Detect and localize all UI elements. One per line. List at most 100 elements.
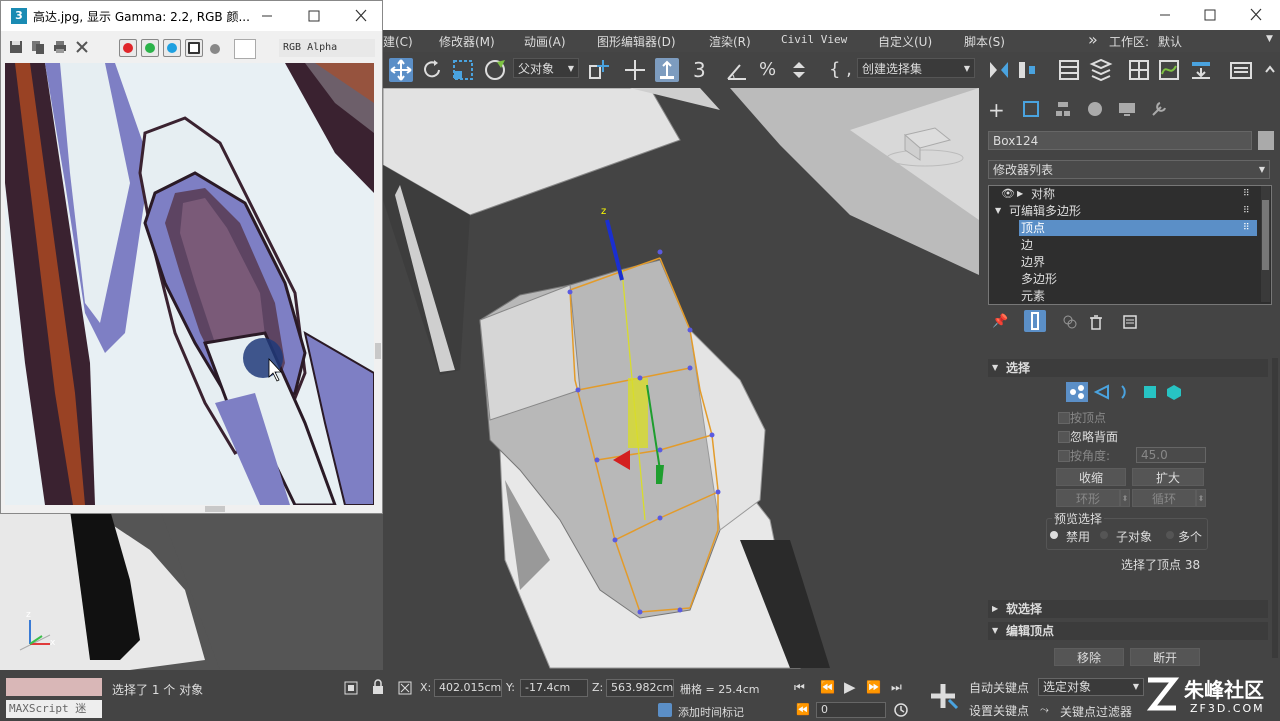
loop-spinner-icon[interactable]: ⬍ [1196, 489, 1206, 507]
modify-tab-icon[interactable] [1022, 100, 1040, 121]
align-icon[interactable] [1015, 58, 1039, 82]
edit-vertices-rollout-header[interactable]: ▼ 编辑顶点 [988, 622, 1268, 640]
set-key-button[interactable]: 设置关键点 [966, 701, 1032, 719]
background-color-swatch[interactable] [234, 39, 256, 59]
go-to-end-icon[interactable]: ⏭ [891, 680, 902, 695]
grow-button[interactable]: 扩大 [1132, 468, 1204, 486]
soft-selection-rollout-header[interactable]: ▶ 软选择 [988, 600, 1268, 618]
curve-editor-icon[interactable] [1157, 58, 1181, 82]
expand-icon[interactable]: ▶ [1017, 186, 1023, 202]
configure-modifier-sets-icon[interactable] [1122, 314, 1138, 333]
create-key-icon[interactable] [925, 678, 961, 714]
viewer-close-button[interactable] [351, 7, 371, 25]
multi-radio[interactable] [1166, 531, 1174, 539]
layer-explorer-icon[interactable] [1089, 58, 1113, 82]
break-button[interactable]: 断开 [1130, 648, 1200, 666]
play-icon[interactable]: ▶ [844, 678, 856, 696]
reference-image-canvas[interactable] [5, 63, 374, 505]
angle-spinner[interactable]: 45.0 [1136, 447, 1206, 463]
add-time-tag-icon[interactable] [658, 703, 672, 717]
schematic-view-icon[interactable] [1189, 58, 1213, 82]
maximize-button[interactable] [1200, 6, 1220, 24]
pivot-icon[interactable] [587, 58, 611, 82]
x-coord-field[interactable]: 402.015cm [434, 679, 502, 697]
previous-frame-icon[interactable]: ⏪ [820, 680, 835, 694]
menu-rendering[interactable]: 渲染(R) [709, 33, 751, 50]
utilities-tab-icon[interactable] [1150, 100, 1168, 121]
monochrome-icon[interactable] [210, 44, 220, 54]
keyboard-shortcut-toggle-icon[interactable] [655, 58, 679, 82]
menu-animation[interactable]: 动画(A) [524, 33, 566, 50]
create-tab-icon[interactable]: + [988, 100, 1005, 120]
next-frame-icon[interactable]: ⏩ [866, 680, 881, 694]
lock-selection-icon[interactable] [371, 679, 385, 698]
frame-field[interactable]: 0 [816, 702, 886, 718]
modifier-list-dropdown[interactable]: 修改器列表 ▼ [988, 160, 1270, 179]
maxscript-field[interactable]: MAXScript 迷 [6, 700, 102, 718]
perspective-viewport[interactable]: z [383, 88, 979, 670]
save-image-icon[interactable] [9, 40, 23, 57]
menu-overflow-icon[interactable]: » [1088, 30, 1098, 49]
hierarchy-tab-icon[interactable] [1054, 100, 1072, 121]
ignore-backfacing-checkbox[interactable] [1058, 431, 1070, 443]
angle-snap-icon[interactable] [725, 58, 749, 82]
print-image-icon[interactable] [53, 40, 67, 57]
stack-item-symmetry[interactable]: 👁 ▶ 对称 ⠿ [989, 186, 1259, 202]
menu-modifiers[interactable]: 修改器(M) [439, 33, 495, 50]
viewer-vertical-scrollbar[interactable] [374, 63, 382, 505]
menu-civil-view[interactable]: Civil View [781, 33, 847, 46]
stack-item-edge[interactable]: 边 [989, 237, 1259, 253]
element-mode-icon[interactable] [1164, 382, 1184, 402]
make-unique-icon[interactable] [1062, 314, 1078, 333]
ring-button[interactable]: 环形 [1056, 489, 1120, 507]
edit-named-selection-icon[interactable]: { , [829, 58, 853, 82]
ring-spinner-icon[interactable]: ⬍ [1120, 489, 1130, 507]
mirror-icon[interactable] [987, 58, 1011, 82]
object-name-field[interactable]: Box124 [988, 131, 1252, 150]
border-mode-icon[interactable] [1116, 382, 1136, 402]
isolate-selection-icon[interactable] [343, 680, 359, 699]
clear-image-icon[interactable] [75, 40, 89, 57]
scene-explorer-icon[interactable] [1057, 58, 1081, 82]
auto-key-button[interactable]: 自动关键点 [966, 678, 1032, 696]
disable-radio[interactable] [1050, 531, 1058, 539]
by-vertex-checkbox[interactable] [1058, 412, 1070, 424]
panel-scrollbar[interactable] [1272, 358, 1278, 658]
pin-stack-icon[interactable]: 📌 [992, 314, 1008, 329]
reference-coordinate-dropdown[interactable]: 父对象 ▼ [513, 58, 579, 78]
time-configuration-icon[interactable] [893, 702, 909, 721]
modifier-toggle-icon[interactable]: ⠿ [1243, 186, 1250, 202]
stack-scrollbar[interactable] [1261, 186, 1270, 302]
channel-display-dropdown[interactable]: RGB Alpha [279, 39, 375, 57]
stack-item-editable-poly[interactable]: ▼ 可编辑多边形 ⠿ [989, 203, 1259, 219]
left-viewport[interactable]: z x [0, 510, 383, 670]
minimize-button[interactable] [1155, 6, 1175, 24]
stack-item-vertex[interactable]: 顶点 ⠿ [989, 220, 1259, 236]
absolute-mode-icon[interactable] [397, 680, 413, 699]
workspace-dropdown-icon[interactable]: ▼ [1266, 34, 1273, 44]
vertex-mode-icon[interactable] [1066, 382, 1088, 402]
z-coord-field[interactable]: 563.982cm [606, 679, 674, 697]
maxscript-listener[interactable] [6, 678, 102, 696]
remove-modifier-icon[interactable] [1088, 314, 1104, 333]
modifier-toggle-icon[interactable]: ⠿ [1243, 220, 1250, 236]
stack-item-polygon[interactable]: 多边形 [989, 271, 1259, 287]
go-to-start-icon[interactable]: ⏮ [794, 680, 805, 695]
loop-button[interactable]: 循环 [1132, 489, 1196, 507]
add-time-tag-label[interactable]: 添加时间标记 [678, 704, 744, 720]
subobject-radio[interactable] [1100, 531, 1108, 539]
selection-rollout-header[interactable]: ▼ 选择 [988, 359, 1268, 377]
object-color-swatch[interactable] [1258, 131, 1274, 150]
viewer-minimize-button[interactable] [257, 7, 277, 25]
y-coord-field[interactable]: -17.4cm [520, 679, 588, 697]
motion-tab-icon[interactable] [1086, 100, 1104, 121]
viewer-maximize-button[interactable] [304, 7, 324, 25]
spinner-snap-icon[interactable] [789, 58, 813, 82]
collapse-icon[interactable]: ▼ [995, 203, 1001, 219]
menu-scripting[interactable]: 脚本(S) [964, 33, 1005, 50]
percent-snap-icon[interactable]: % [759, 58, 783, 82]
toggle-ribbon-icon[interactable] [1127, 58, 1151, 82]
rotate-icon[interactable] [421, 58, 445, 82]
menu-customize[interactable]: 自定义(U) [878, 33, 932, 50]
viewer-horizontal-scrollbar[interactable] [5, 505, 374, 513]
